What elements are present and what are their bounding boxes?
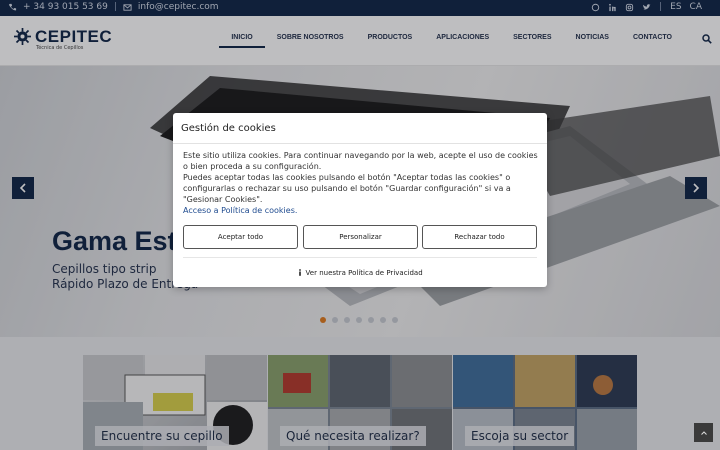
customize-button[interactable]: Personalizar — [303, 225, 418, 249]
privacy-link-label: Ver nuestra Política de Privacidad — [305, 269, 423, 277]
back-to-top-button[interactable] — [694, 423, 713, 442]
accept-all-button[interactable]: Aceptar todo — [183, 225, 298, 249]
cookie-text-1: Este sitio utiliza cookies. Para continu… — [183, 151, 538, 171]
divider — [183, 257, 537, 258]
cookie-dialog-title: Gestión de cookies — [181, 123, 276, 134]
chevron-up-icon — [700, 430, 707, 435]
privacy-link[interactable]: Ver nuestra Política de Privacidad — [173, 269, 547, 277]
cookie-text-2: Puedes aceptar todas las cookies pulsand… — [183, 173, 511, 204]
reject-all-button[interactable]: Rechazar todo — [422, 225, 537, 249]
cookie-dialog: Gestión de cookies Este sitio utiliza co… — [173, 113, 547, 287]
cookie-dialog-header: Gestión de cookies — [173, 113, 547, 144]
info-icon — [299, 269, 302, 276]
cookie-dialog-body: Este sitio utiliza cookies. Para continu… — [183, 150, 539, 216]
cookie-policy-link[interactable]: Acceso a Política de cookies. — [183, 205, 539, 216]
